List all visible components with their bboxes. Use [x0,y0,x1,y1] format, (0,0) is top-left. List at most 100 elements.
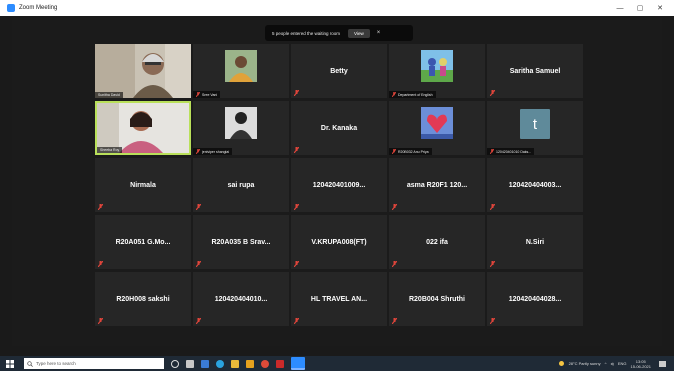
participant-tile[interactable]: 120420404003... [487,158,583,212]
folder-icon[interactable] [246,359,254,368]
participant-tile[interactable]: Sunitha David [95,44,191,98]
participant-label: R20B032 Anu Priya [389,148,432,155]
zoom-taskbar-icon[interactable] [291,357,305,370]
participant-picture [421,50,453,82]
search-icon [27,360,33,367]
participant-tile[interactable]: Dr. Kanaka [291,101,387,155]
participant-name: Saritha Samuel [509,67,561,75]
view-waiting-room-button[interactable]: View [348,28,370,38]
participant-grid: Sunitha David Sree Vani Betty Department [95,44,586,326]
participant-tile[interactable]: sai rupa [193,158,289,212]
participant-tile-active-speaker[interactable]: Sheeba Roy [95,101,191,155]
file-explorer-icon[interactable] [231,359,239,368]
participant-name: Sheeba Roy [100,148,120,152]
waiting-room-text: 5 people entered the waiting room [272,30,341,36]
participant-tile[interactable]: R20A035 B Srav... [193,215,289,269]
tray-chevron-icon[interactable]: ^ [605,361,607,366]
participant-tile[interactable]: HL TRAVEL AN... [291,272,387,326]
participant-letter-avatar: t [520,109,550,139]
title-bar: Zoom Meeting — ▢ ✕ [0,0,674,16]
participant-name: 120420404028... [508,295,562,303]
participant-label: Sheeba Roy [97,147,123,153]
cortana-icon[interactable] [171,359,179,368]
notifications-icon[interactable] [659,360,666,367]
participant-tile[interactable]: R20H008 sakshi [95,272,191,326]
muted-mic-icon [98,204,103,210]
app-icon[interactable] [276,359,284,368]
muted-mic-icon [392,318,397,324]
search-placeholder: Type here to search [36,361,76,366]
participant-name: 120420401010 Daks... [496,149,532,154]
weather-text[interactable]: 28°C Partly sunny [569,361,601,366]
edge-icon[interactable] [216,359,224,368]
start-button[interactable] [0,359,20,368]
muted-mic-icon [490,204,495,210]
participant-tile[interactable]: Sree Vani [193,44,289,98]
participant-name: R20B004 Shruthi [408,295,466,303]
volume-icon[interactable]: ◂) [611,361,614,366]
participant-tile[interactable]: Nirmala [95,158,191,212]
participant-tile[interactable]: N.Siri [487,215,583,269]
participant-name: R20H008 sakshi [116,295,170,303]
participant-picture [421,107,453,139]
store-icon[interactable] [201,359,209,368]
muted-mic-icon [294,204,299,210]
participant-tile[interactable]: jeniviper shanglai [193,101,289,155]
participant-name: V.KRUPA008(FT) [311,238,367,246]
participant-tile[interactable]: V.KRUPA008(FT) [291,215,387,269]
task-view-icon[interactable] [186,359,194,368]
participant-name: Sunitha David [98,93,120,97]
muted-mic-icon [196,204,201,210]
language-indicator[interactable]: ENG [618,361,627,366]
participant-tile[interactable]: R20B004 Shruthi [389,272,485,326]
participant-name: Dr. Kanaka [320,124,358,132]
participant-name: sai rupa [227,181,255,189]
participant-tile[interactable]: Betty [291,44,387,98]
participant-tile[interactable]: asma R20F1 120... [389,158,485,212]
participant-name: R20A035 B Srav... [211,238,271,246]
muted-mic-icon [392,149,396,154]
participant-tile[interactable]: R20A051 G.Mo... [95,215,191,269]
participant-name: 120420404003... [508,181,562,189]
participant-picture [225,50,257,82]
muted-mic-icon [196,261,201,267]
muted-mic-icon [392,204,397,210]
participant-label: Sree Vani [193,91,221,98]
muted-mic-icon [294,318,299,324]
participant-tile[interactable]: 120420404010... [193,272,289,326]
maximize-button[interactable]: ▢ [630,0,650,16]
participant-name: 120420404010... [214,295,268,303]
muted-mic-icon [196,149,200,154]
participant-tile[interactable]: Department of English [389,44,485,98]
participant-tile[interactable]: 120420404028... [487,272,583,326]
windows-logo-icon [6,359,14,368]
participant-name: Nirmala [130,181,156,189]
system-tray: 28°C Partly sunny ^ ◂) ENG 13:05 15-06-2… [558,356,666,371]
participant-tile[interactable]: R20B032 Anu Priya [389,101,485,155]
weather-sun-icon [558,361,564,366]
muted-mic-icon [392,261,397,267]
participant-tile[interactable]: 022 ifa [389,215,485,269]
participant-name: N.Siri [525,238,545,246]
muted-mic-icon [294,90,299,96]
participant-tile[interactable]: Saritha Samuel [487,44,583,98]
participant-label: Department of English [389,91,436,98]
participant-label: Sunitha David [95,92,123,98]
muted-mic-icon [98,261,103,267]
window-title: Zoom Meeting [19,5,58,11]
chrome-icon[interactable] [261,359,269,368]
participant-name: jeniviper shanglai [202,149,230,154]
participant-tile[interactable]: 120420401009... [291,158,387,212]
muted-mic-icon [490,318,495,324]
participant-name: 022 ifa [426,238,448,246]
waiting-room-notification: 5 people entered the waiting room View × [265,25,413,41]
participant-label: 120420401010 Daks... [487,148,535,155]
participant-name: asma R20F1 120... [406,181,468,189]
close-notification-button[interactable]: × [377,30,381,36]
clock[interactable]: 13:05 15-06-2021 [631,359,651,369]
participant-name: R20A051 G.Mo... [115,238,171,246]
participant-tile[interactable]: t 120420401010 Daks... [487,101,583,155]
close-window-button[interactable]: ✕ [650,0,670,16]
taskbar-search-box[interactable]: Type here to search [24,358,164,369]
minimize-button[interactable]: — [610,0,630,16]
